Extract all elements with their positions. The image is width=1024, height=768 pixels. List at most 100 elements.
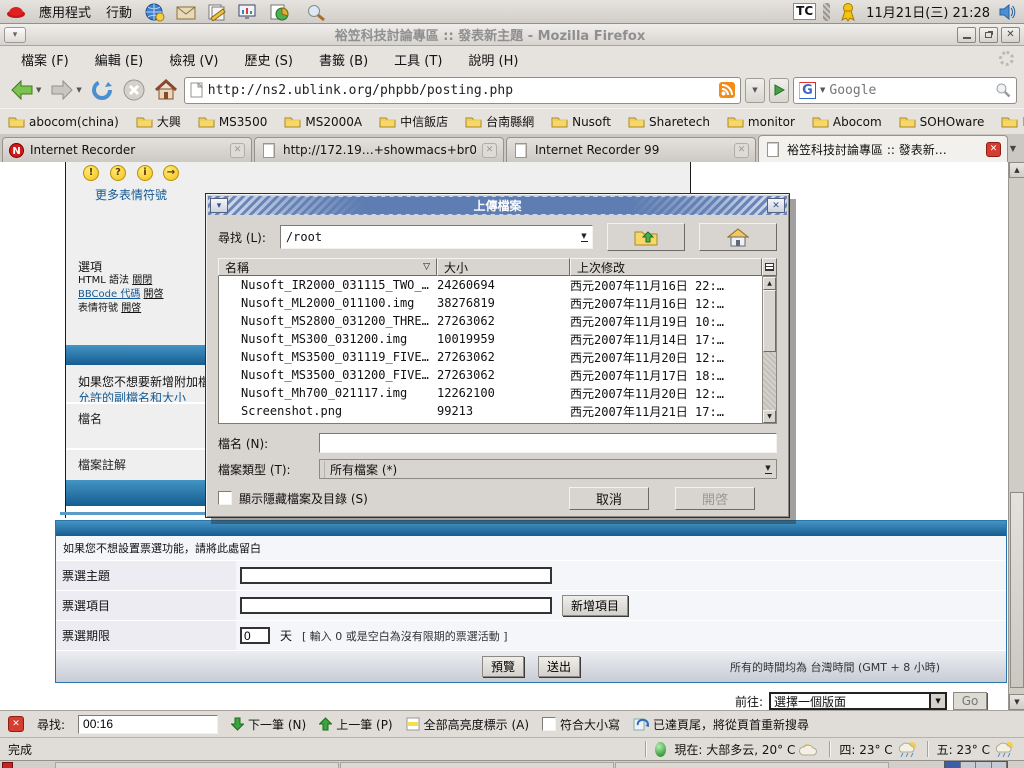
cancel-button[interactable]: 取消 xyxy=(569,487,649,510)
home-button[interactable] xyxy=(152,75,180,105)
menu-item[interactable]: 歷史 (S) xyxy=(231,50,306,69)
bookmark-folder[interactable]: Nusoft xyxy=(551,115,611,129)
smiley-question-button[interactable]: ? xyxy=(110,165,126,181)
browser-tab[interactable]: http://172.19…+showmacs+br0 ✕ xyxy=(254,137,504,162)
go-forum-button[interactable]: Go xyxy=(953,692,987,710)
menu-item[interactable]: 檔案 (F) xyxy=(8,50,82,69)
content-scrollbar[interactable]: ▲ ▼ xyxy=(1008,162,1024,710)
clock[interactable]: 11月21日(三) 21:28 xyxy=(866,2,990,21)
open-button[interactable]: 開啓 xyxy=(675,487,755,510)
spreadsheet-launcher-icon[interactable] xyxy=(268,1,290,23)
taskbar-window-button[interactable] xyxy=(615,762,889,768)
notification-badge-icon[interactable] xyxy=(837,1,859,23)
find-prev-button[interactable]: 上一筆 (P) xyxy=(319,716,392,733)
taskbar-window-button[interactable] xyxy=(340,762,614,768)
search-bar[interactable]: G ▼ xyxy=(793,77,1017,104)
ime-indicator[interactable]: TC xyxy=(793,3,816,20)
list-scroll-down-icon[interactable]: ▼ xyxy=(763,410,776,423)
stop-button[interactable] xyxy=(120,75,148,105)
poll-limit-input[interactable] xyxy=(240,627,270,644)
web-browser-launcher-icon[interactable] xyxy=(144,1,166,23)
forecast-led-icon[interactable] xyxy=(655,742,666,757)
menu-item[interactable]: 編輯 (E) xyxy=(82,50,157,69)
column-options-icon[interactable] xyxy=(762,258,777,276)
back-button[interactable]: ▼ xyxy=(7,75,43,105)
file-row[interactable]: Nusoft_MS3500_031200_FIVE… 27263062 西元20… xyxy=(219,366,762,384)
actions-menu[interactable]: 行動 xyxy=(103,2,135,21)
add-option-button[interactable]: 新增項目 xyxy=(562,595,628,616)
file-row[interactable]: Nusoft_MS300_031200.img 10019959 西元2007年… xyxy=(219,330,762,348)
search-launcher-icon[interactable] xyxy=(305,1,327,23)
file-row[interactable]: Nusoft_ML2000_011100.img 38276819 西元2007… xyxy=(219,294,762,312)
firefox-titlebar[interactable]: ▾ 裕笠科技討論專區 :: 發表新主題 - Mozilla Firefox ✕ xyxy=(0,24,1024,46)
url-dropdown-button[interactable]: ▼ xyxy=(745,78,765,103)
column-name[interactable]: 名稱▽ xyxy=(218,258,437,276)
bookmark-folder[interactable]: 大興 xyxy=(136,113,181,130)
browser-tab[interactable]: N Internet Recorder ✕ xyxy=(2,137,252,162)
highlight-all-button[interactable]: 全部高亮度標示 (A) xyxy=(406,716,529,733)
location-combo[interactable]: /root ▼ xyxy=(280,225,593,249)
file-list-scrollbar[interactable]: ▲ ▼ xyxy=(762,276,777,424)
dialog-close-button[interactable]: ✕ xyxy=(767,198,785,213)
search-engine-dropdown-icon[interactable]: ▼ xyxy=(820,86,825,94)
home-directory-button[interactable] xyxy=(699,223,777,251)
poll-topic-input[interactable] xyxy=(240,567,552,584)
forward-button[interactable]: ▼ xyxy=(47,75,83,105)
browser-tab[interactable]: 裕笠科技討論專區 :: 發表新… ✕ xyxy=(758,135,1008,162)
email-launcher-icon[interactable] xyxy=(175,1,197,23)
folder-up-button[interactable] xyxy=(607,223,685,251)
scroll-up-icon[interactable]: ▲ xyxy=(1009,162,1024,178)
rss-icon[interactable] xyxy=(719,82,735,98)
weather-thursday[interactable]: 四: 23° C xyxy=(839,741,918,758)
dialog-titlebar[interactable]: ▾ 上傳檔案 ✕ xyxy=(208,196,787,215)
tab-close-icon[interactable]: ✕ xyxy=(734,143,749,158)
bookmark-folder[interactable]: Abocom xyxy=(812,115,882,129)
column-modified[interactable]: 上次修改 xyxy=(570,258,762,276)
window-menu-button[interactable]: ▾ xyxy=(4,27,26,43)
file-row[interactable]: Screenshot.png 99213 西元2007年11月21日 17:… xyxy=(219,402,762,420)
search-input[interactable] xyxy=(829,83,991,98)
smiley-arrow-button[interactable]: → xyxy=(163,165,179,181)
list-scrollbar-thumb[interactable] xyxy=(763,290,776,352)
scroll-down-icon[interactable]: ▼ xyxy=(1009,694,1024,710)
file-row[interactable]: Nusoft_Mh700_021117.img 12262100 西元2007年… xyxy=(219,384,762,402)
bookmark-folder[interactable]: MS3500 xyxy=(198,115,268,129)
show-hidden-checkbox[interactable] xyxy=(218,491,232,505)
dialog-menu-button[interactable]: ▾ xyxy=(210,198,228,213)
taskbar-window-button[interactable] xyxy=(55,762,339,768)
tab-close-icon[interactable]: ✕ xyxy=(230,143,245,158)
file-row[interactable]: Nusoft_MS3500_031119_FIVE… 27263062 西元20… xyxy=(219,348,762,366)
url-input[interactable] xyxy=(208,83,714,98)
redhat-menu-icon[interactable] xyxy=(5,1,27,23)
combo-arrow-icon[interactable]: ▼ xyxy=(576,226,592,248)
bookmark-folder[interactable]: 台南縣網 xyxy=(465,113,534,130)
bookmark-folder[interactable]: SOHOware xyxy=(899,115,985,129)
tab-close-icon[interactable]: ✕ xyxy=(482,143,497,158)
file-row[interactable]: Nusoft_IR2000_031115_TWO_… 24260694 西元20… xyxy=(219,276,762,294)
search-magnifier-icon[interactable] xyxy=(995,82,1011,98)
bbcode-link[interactable]: BBCode 代碼 xyxy=(78,289,140,300)
bookmark-folder[interactable]: IR xyxy=(1001,115,1024,129)
restore-button[interactable] xyxy=(979,27,998,43)
smiley-idea-button[interactable]: i xyxy=(137,165,153,181)
documents-launcher-icon[interactable] xyxy=(206,1,228,23)
menu-item[interactable]: 檢視 (V) xyxy=(156,50,231,69)
minimize-button[interactable] xyxy=(957,27,976,43)
filename-input[interactable] xyxy=(319,433,777,453)
bookmark-folder[interactable]: 中信飯店 xyxy=(379,113,448,130)
close-button[interactable]: ✕ xyxy=(1001,27,1020,43)
menu-item[interactable]: 書籤 (B) xyxy=(306,50,381,69)
menu-item[interactable]: 工具 (T) xyxy=(381,50,455,69)
scrollbar-thumb[interactable] xyxy=(1010,492,1024,688)
menu-item[interactable]: 說明 (H) xyxy=(455,50,531,69)
match-case-checkbox[interactable]: 符合大小寫 xyxy=(542,716,620,733)
browser-tab[interactable]: Internet Recorder 99 ✕ xyxy=(506,137,756,162)
bookmark-folder[interactable]: Sharetech xyxy=(628,115,710,129)
bookmark-folder[interactable]: MS2000A xyxy=(284,115,362,129)
smiley-exclaim-button[interactable]: ! xyxy=(83,165,99,181)
tab-overflow-dropdown[interactable]: ▼ xyxy=(1004,136,1022,160)
weather-now[interactable]: 現在: 大部多云, 20° C xyxy=(674,741,821,758)
tab-close-icon[interactable]: ✕ xyxy=(986,142,1001,157)
go-button[interactable] xyxy=(769,78,789,103)
reload-button[interactable] xyxy=(88,75,116,105)
